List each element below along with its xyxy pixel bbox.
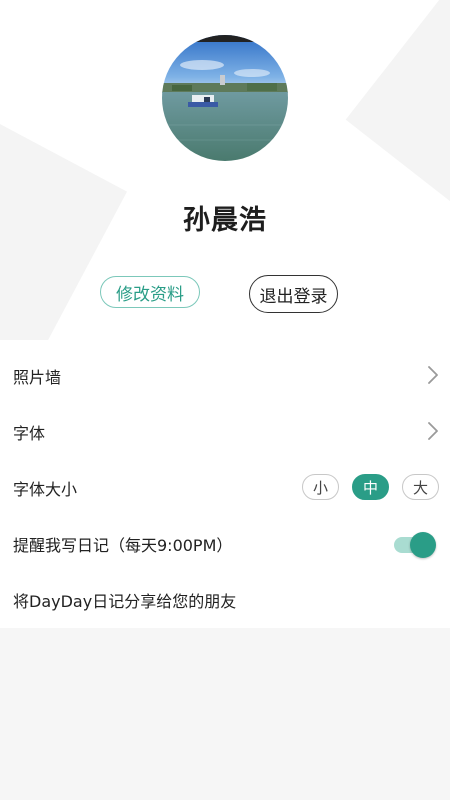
logout-button[interactable]: 退出登录 <box>249 275 338 313</box>
menu-item-label: 提醒我写日记（每天9:00PM） <box>13 536 233 555</box>
edit-profile-button[interactable]: 修改资料 <box>100 276 200 308</box>
profile-header: 孙晨浩 修改资料 退出登录 <box>0 0 450 340</box>
menu-item-label: 字体大小 <box>13 480 78 499</box>
font-size-large-button[interactable]: 大 <box>402 474 439 500</box>
menu-item-label: 照片墙 <box>13 368 62 387</box>
username: 孙晨浩 <box>183 205 267 236</box>
settings-menu: 照片墙 字体 字体大小 小 中 大 提醒我写日记（每天9:00PM） 将DayD… <box>0 340 450 628</box>
menu-item-photo-wall[interactable]: 照片墙 <box>0 348 450 404</box>
chevron-right-icon <box>428 366 438 388</box>
menu-item-share[interactable]: 将DayDay日记分享给您的朋友 <box>0 572 450 628</box>
reminder-toggle[interactable] <box>394 532 436 558</box>
font-size-medium-button[interactable]: 中 <box>352 474 389 500</box>
font-size-small-button[interactable]: 小 <box>302 474 339 500</box>
menu-item-label: 将DayDay日记分享给您的朋友 <box>13 592 237 611</box>
menu-item-reminder: 提醒我写日记（每天9:00PM） <box>0 516 450 572</box>
menu-item-font-size: 字体大小 小 中 大 <box>0 460 450 516</box>
avatar[interactable] <box>162 35 288 161</box>
font-size-selector: 小 中 大 <box>289 474 439 500</box>
toggle-knob <box>410 532 436 558</box>
chevron-right-icon <box>428 422 438 444</box>
menu-item-font[interactable]: 字体 <box>0 404 450 460</box>
background-decoration <box>345 0 450 225</box>
menu-item-label: 字体 <box>13 424 46 443</box>
